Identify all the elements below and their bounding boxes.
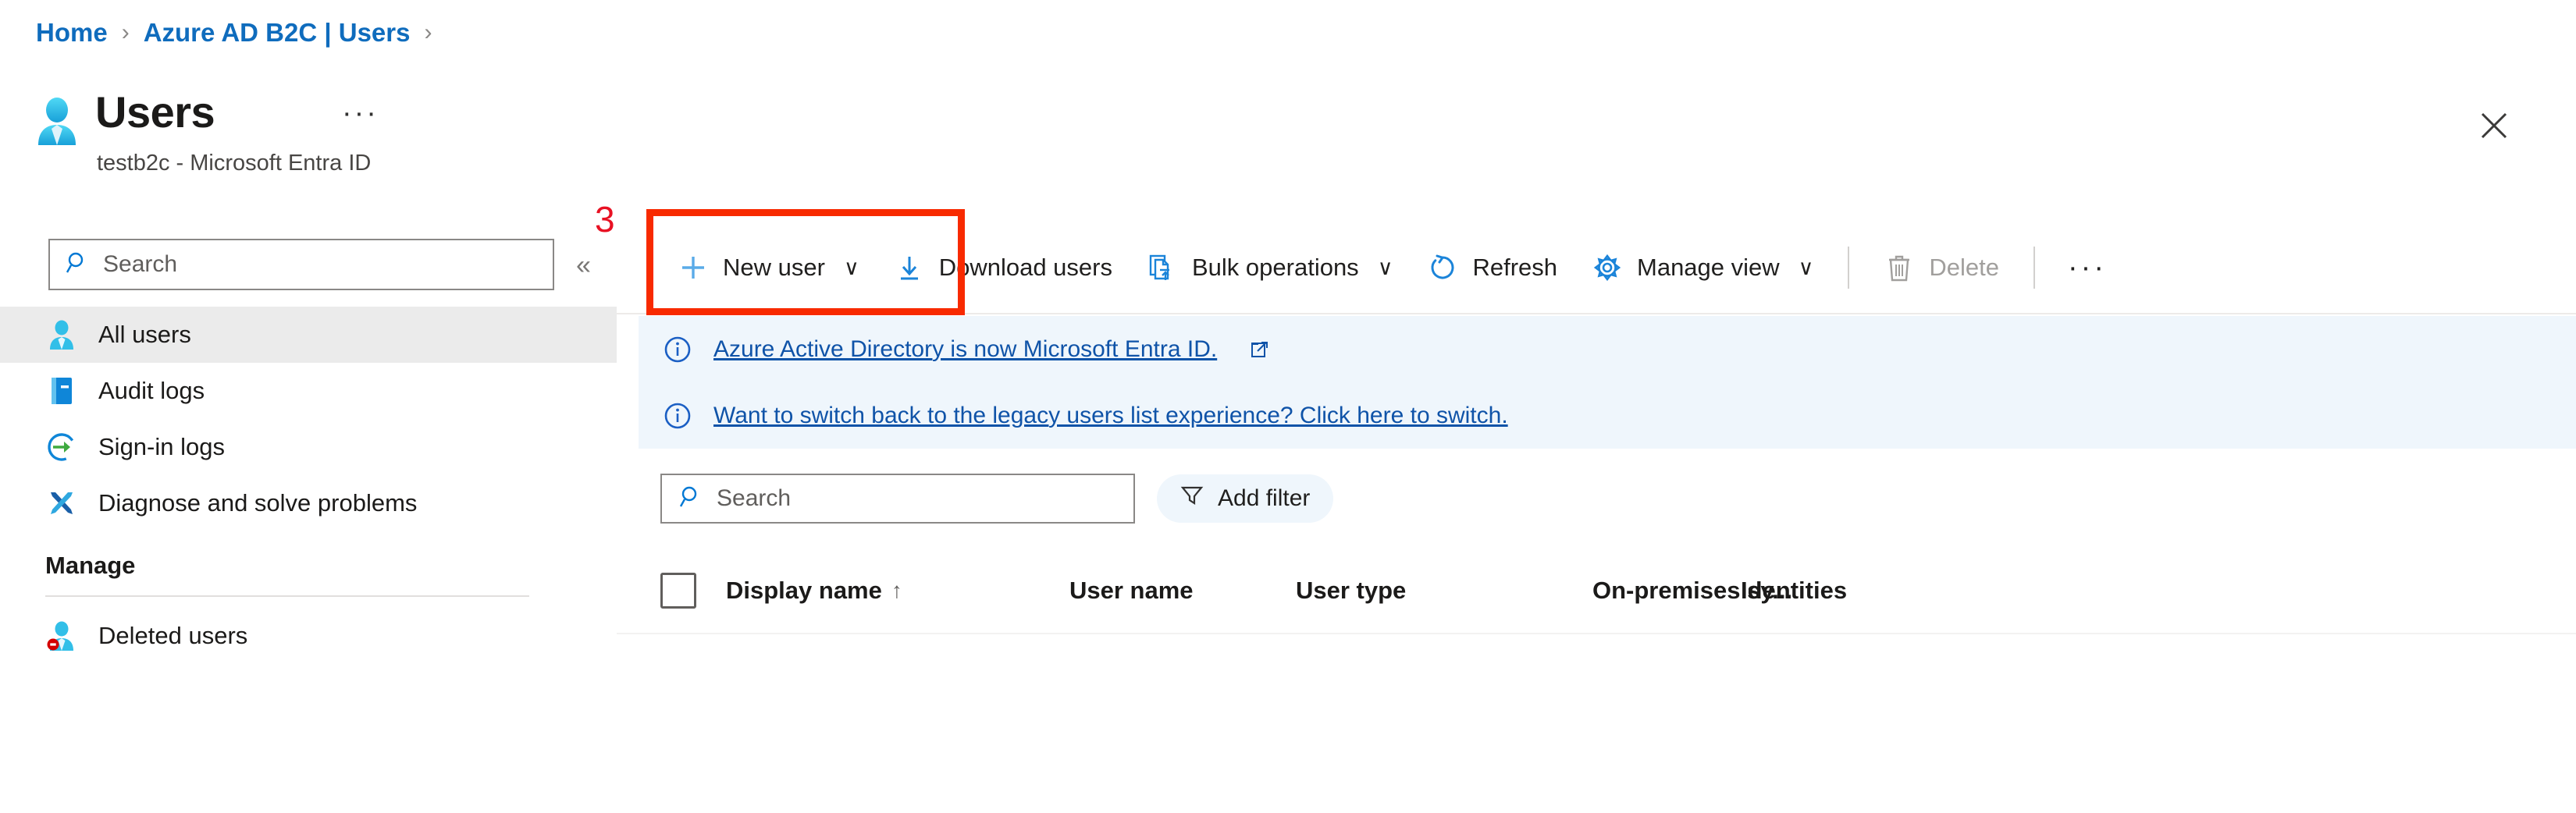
breadcrumb: Home › Azure AD B2C | Users › xyxy=(36,17,446,48)
download-users-label: Download users xyxy=(938,254,1112,281)
delete-label: Delete xyxy=(1929,254,2000,281)
sidebar-nav-list: All users Audit logs Sign-in logs Diagno… xyxy=(0,307,617,664)
entra-id-link[interactable]: Azure Active Directory is now Microsoft … xyxy=(713,336,1217,363)
delete-button[interactable]: Delete xyxy=(1866,243,2016,292)
sidebar-collapse-icon[interactable]: « xyxy=(576,252,591,279)
sort-ascending-icon: ↑ xyxy=(891,578,902,602)
select-all-checkbox[interactable] xyxy=(660,573,696,609)
sidebar-search-input[interactable] xyxy=(103,251,509,278)
breadcrumb-item-home[interactable]: Home xyxy=(36,17,108,48)
sidebar-search-box[interactable] xyxy=(48,239,554,290)
download-icon xyxy=(894,252,925,283)
user-icon xyxy=(45,318,78,351)
sidebar-item-label: Diagnose and solve problems xyxy=(98,489,418,517)
wrench-icon xyxy=(45,487,78,520)
sidebar-item-deleted-users[interactable]: Deleted users xyxy=(0,608,617,664)
download-users-button[interactable]: Download users xyxy=(877,243,1130,292)
signin-icon xyxy=(45,431,78,463)
plus-icon xyxy=(678,252,709,283)
deleted-user-icon xyxy=(45,620,78,652)
bulk-operations-label: Bulk operations xyxy=(1192,254,1359,281)
page-subtitle: testb2c - Microsoft Entra ID xyxy=(97,151,372,176)
trash-icon xyxy=(1884,252,1915,283)
sidebar-item-label: All users xyxy=(98,321,191,348)
chevron-down-icon: ∨ xyxy=(1377,255,1393,279)
azure-portal-users-page: Home › Azure AD B2C | Users › Users ··· … xyxy=(0,0,2576,813)
legacy-experience-link[interactable]: Want to switch back to the legacy users … xyxy=(713,403,1508,429)
sidebar-item-all-users[interactable]: All users xyxy=(0,307,617,363)
main-content: New user ∨ Download users Bulk operation… xyxy=(617,222,2576,813)
sidebar-item-sign-in-logs[interactable]: Sign-in logs xyxy=(0,419,617,475)
refresh-icon xyxy=(1427,252,1458,283)
breadcrumb-item-azure-ad-b2c-users[interactable]: Azure AD B2C | Users xyxy=(144,17,411,48)
sidebar-item-label: Audit logs xyxy=(98,377,205,404)
sidebar-group-title-manage: Manage xyxy=(45,552,136,579)
filter-row: Add filter xyxy=(660,474,1334,524)
bulk-icon xyxy=(1147,252,1178,283)
info-icon xyxy=(662,400,693,431)
column-label: User name xyxy=(1069,577,1194,604)
toolbar-overflow-button[interactable]: ··· xyxy=(2052,253,2122,282)
sidebar-divider xyxy=(45,595,529,597)
info-banner-entra-id: Azure Active Directory is now Microsoft … xyxy=(639,316,2576,382)
annotation-number: 3 xyxy=(595,199,615,240)
info-banner-group: Azure Active Directory is now Microsoft … xyxy=(639,316,2576,449)
chevron-down-icon: ∨ xyxy=(1798,255,1814,279)
sidebar: « All users xyxy=(0,222,617,813)
breadcrumb-separator-icon: › xyxy=(121,20,130,45)
add-filter-button[interactable]: Add filter xyxy=(1157,474,1334,523)
column-header-identities[interactable]: Identities xyxy=(1741,577,1928,605)
manage-view-button[interactable]: Manage view ∨ xyxy=(1574,243,1831,292)
page-title-overflow-button[interactable]: ··· xyxy=(342,98,379,128)
info-icon xyxy=(662,334,693,365)
column-header-user-name[interactable]: User name xyxy=(1069,577,1296,605)
close-icon[interactable] xyxy=(2473,105,2515,147)
manage-view-label: Manage view xyxy=(1637,254,1780,281)
breadcrumb-separator-icon: › xyxy=(424,20,432,45)
refresh-button[interactable]: Refresh xyxy=(1410,243,1574,292)
new-user-button[interactable]: New user ∨ xyxy=(660,243,877,292)
toolbar-separator xyxy=(1848,247,1850,289)
bulk-operations-button[interactable]: Bulk operations ∨ xyxy=(1130,243,1410,292)
page-title: Users xyxy=(95,87,215,137)
chevron-down-icon: ∨ xyxy=(843,255,859,279)
column-label: Display name xyxy=(726,577,882,604)
sidebar-item-diagnose-and-solve-problems[interactable]: Diagnose and solve problems xyxy=(0,475,617,531)
gear-icon xyxy=(1592,252,1623,283)
refresh-label: Refresh xyxy=(1472,254,1557,281)
users-table-header: Display name ↑ User name User type On-pr… xyxy=(617,549,2576,634)
info-banner-legacy-experience: Want to switch back to the legacy users … xyxy=(639,382,2576,449)
new-user-label: New user xyxy=(723,254,825,281)
sidebar-item-label: Sign-in logs xyxy=(98,433,225,460)
column-header-display-name[interactable]: Display name ↑ xyxy=(703,577,1069,605)
column-label: User type xyxy=(1296,577,1407,604)
column-header-on-premises-sync[interactable]: On-premises sy... xyxy=(1592,577,1792,605)
column-header-user-type[interactable]: User type xyxy=(1296,577,1592,605)
users-search-input[interactable] xyxy=(717,485,1076,512)
user-icon xyxy=(34,97,80,145)
column-label: Identities xyxy=(1741,577,1848,604)
sidebar-item-audit-logs[interactable]: Audit logs xyxy=(0,363,617,419)
book-icon xyxy=(45,375,78,407)
external-link-icon[interactable] xyxy=(1250,339,1270,360)
users-search-box[interactable] xyxy=(660,474,1135,524)
toolbar-separator xyxy=(2033,247,2036,289)
filter-icon xyxy=(1180,484,1204,513)
command-toolbar: New user ∨ Download users Bulk operation… xyxy=(617,222,2576,314)
search-icon xyxy=(679,485,704,513)
add-filter-label: Add filter xyxy=(1218,485,1311,511)
search-icon xyxy=(66,250,91,279)
sidebar-item-label: Deleted users xyxy=(98,622,248,649)
